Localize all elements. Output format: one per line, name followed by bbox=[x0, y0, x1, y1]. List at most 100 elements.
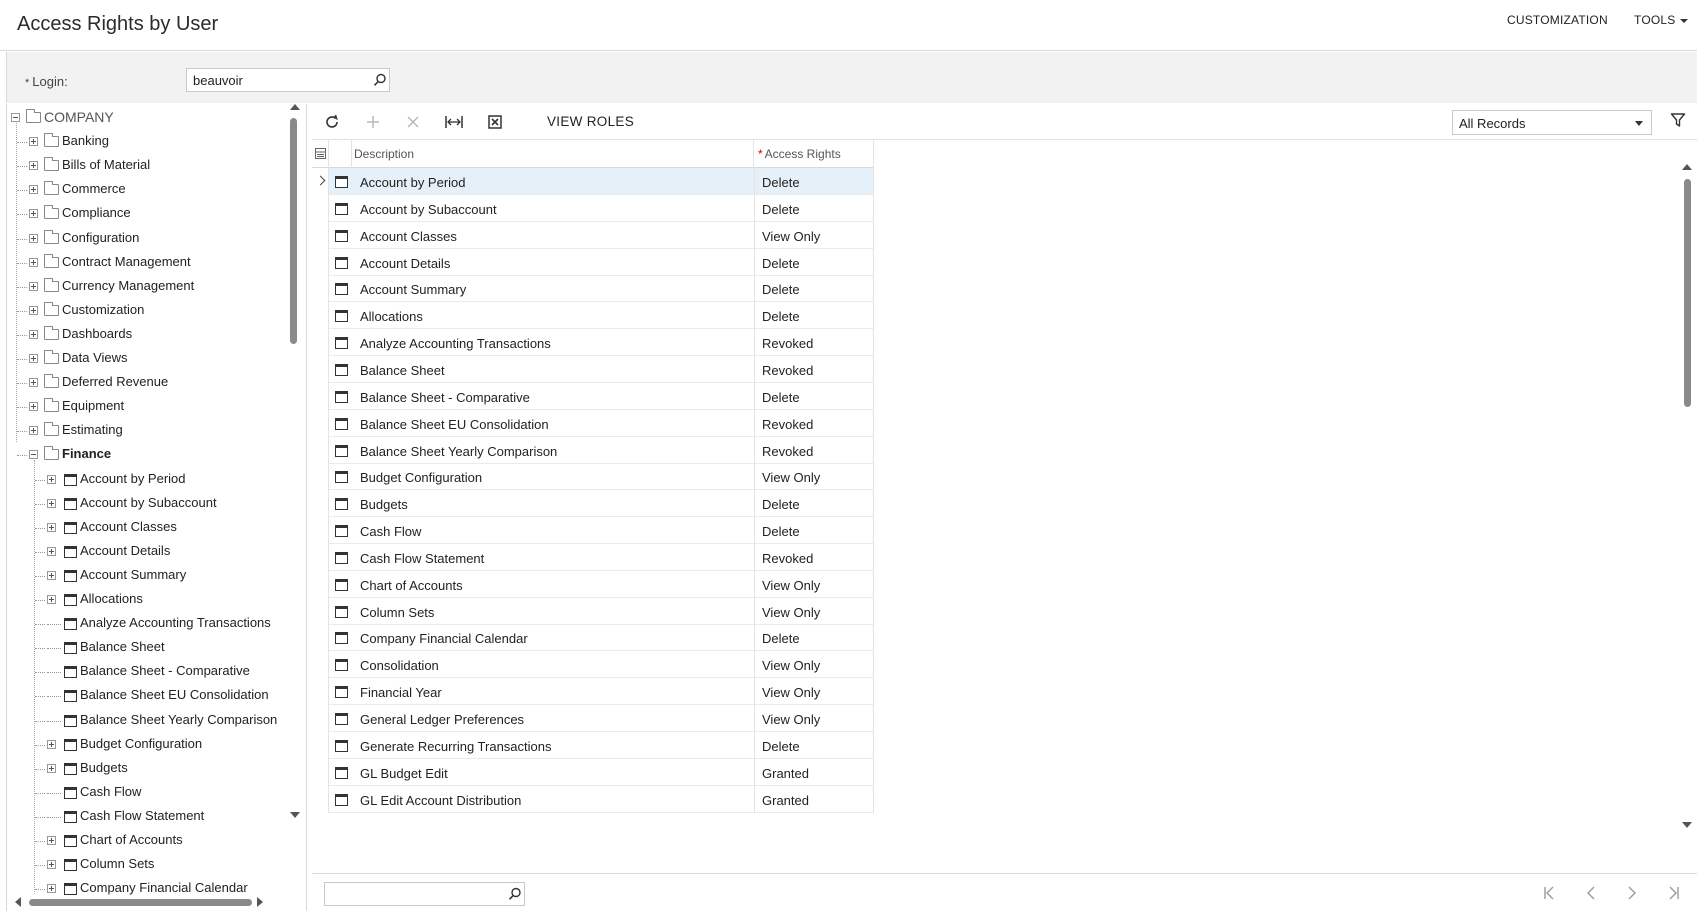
row-selector[interactable] bbox=[312, 678, 329, 706]
access-rights-cell[interactable]: Revoked bbox=[762, 417, 813, 432]
delete-button[interactable] bbox=[402, 112, 424, 132]
access-rights-cell[interactable]: Delete bbox=[762, 309, 800, 324]
expand-icon[interactable] bbox=[47, 739, 56, 749]
tree-screen-item[interactable]: Account Summary bbox=[7, 564, 287, 588]
expand-icon[interactable] bbox=[29, 161, 38, 171]
expand-icon[interactable] bbox=[29, 329, 38, 339]
description-cell[interactable]: GL Edit Account Distribution bbox=[360, 793, 521, 808]
column-settings-button[interactable] bbox=[312, 140, 329, 168]
tree-hscroll-thumb[interactable] bbox=[29, 899, 252, 906]
add-button[interactable] bbox=[362, 112, 384, 132]
row-selector[interactable] bbox=[312, 302, 329, 330]
description-cell[interactable]: Account by Period bbox=[360, 175, 466, 190]
access-rights-cell[interactable]: Delete bbox=[762, 175, 800, 190]
row-selector[interactable] bbox=[312, 705, 329, 732]
description-cell[interactable]: Allocations bbox=[360, 309, 423, 324]
scroll-down-icon[interactable] bbox=[290, 812, 300, 818]
description-cell[interactable]: Chart of Accounts bbox=[360, 578, 463, 593]
access-rights-cell[interactable]: View Only bbox=[762, 658, 820, 673]
tree-screen-item[interactable]: Balance Sheet EU Consolidation bbox=[7, 684, 287, 708]
access-rights-cell[interactable]: Revoked bbox=[762, 551, 813, 566]
scroll-right-icon[interactable] bbox=[257, 897, 263, 907]
description-cell[interactable]: Account Details bbox=[360, 256, 450, 271]
expand-icon[interactable] bbox=[29, 354, 38, 363]
access-rights-cell[interactable]: View Only bbox=[762, 685, 820, 700]
scroll-up-icon[interactable] bbox=[1682, 164, 1692, 170]
tree-screen-item[interactable]: Balance Sheet Yearly Comparison bbox=[7, 709, 287, 733]
tree-folder-item[interactable]: Contract Management bbox=[7, 251, 287, 275]
scroll-left-icon[interactable] bbox=[15, 897, 21, 907]
row-selector[interactable] bbox=[312, 248, 329, 276]
table-row[interactable]: Column Sets View Only bbox=[312, 597, 874, 625]
description-cell[interactable]: Account by Subaccount bbox=[360, 202, 497, 217]
access-rights-cell[interactable]: Delete bbox=[762, 524, 800, 539]
tree-folder-item[interactable]: Deferred Revenue bbox=[7, 371, 287, 395]
description-cell[interactable]: Budget Configuration bbox=[360, 470, 482, 485]
access-rights-cell[interactable]: Delete bbox=[762, 390, 800, 405]
expand-icon[interactable] bbox=[47, 884, 56, 894]
tree-screen-item[interactable]: Account Details bbox=[7, 540, 287, 564]
table-row[interactable]: Balance Sheet EU Consolidation Revoked bbox=[312, 409, 874, 437]
access-rights-cell[interactable]: Granted bbox=[762, 793, 809, 808]
description-cell[interactable]: GL Budget Edit bbox=[360, 766, 448, 781]
tree-folder-item[interactable]: Dashboards bbox=[7, 323, 287, 347]
expand-icon[interactable] bbox=[47, 595, 56, 604]
export-excel-button[interactable] bbox=[484, 112, 506, 132]
access-rights-cell[interactable]: View Only bbox=[762, 229, 820, 244]
description-cell[interactable]: Account Classes bbox=[360, 229, 457, 244]
row-selector[interactable] bbox=[312, 194, 329, 222]
tools-menu[interactable]: TOOLS bbox=[1634, 13, 1689, 27]
row-selector[interactable] bbox=[312, 731, 329, 759]
tree-folder-item[interactable]: Customization bbox=[7, 299, 287, 323]
grid-scroll-thumb[interactable] bbox=[1684, 179, 1691, 407]
view-roles-button[interactable]: VIEW ROLES bbox=[547, 114, 634, 129]
tree-horizontal-scrollbar[interactable] bbox=[7, 893, 297, 911]
refresh-button[interactable] bbox=[321, 112, 343, 132]
access-rights-column-header[interactable]: * Access Rights bbox=[754, 140, 874, 168]
row-selector[interactable] bbox=[312, 785, 329, 813]
scroll-down-icon[interactable] bbox=[1682, 822, 1692, 828]
expand-icon[interactable] bbox=[29, 233, 38, 243]
table-row[interactable]: Company Financial Calendar Delete bbox=[312, 624, 874, 652]
tree-screen-item[interactable]: Account by Period bbox=[7, 468, 287, 492]
tree-screen-item[interactable]: Balance Sheet bbox=[7, 636, 287, 660]
access-rights-cell[interactable]: View Only bbox=[762, 712, 820, 727]
expand-icon[interactable] bbox=[47, 474, 56, 484]
row-selector[interactable] bbox=[312, 355, 329, 383]
description-cell[interactable]: Financial Year bbox=[360, 685, 442, 700]
expand-icon[interactable] bbox=[29, 426, 38, 436]
table-row[interactable]: Account by Subaccount Delete bbox=[312, 194, 874, 222]
description-cell[interactable]: Balance Sheet bbox=[360, 363, 445, 378]
expand-icon[interactable] bbox=[29, 281, 38, 291]
expand-icon[interactable] bbox=[29, 305, 38, 315]
row-selector[interactable] bbox=[312, 168, 329, 195]
tree-folder-item[interactable]: Commerce bbox=[7, 178, 287, 202]
table-row[interactable]: Cash Flow Statement Revoked bbox=[312, 543, 874, 571]
next-page-button[interactable] bbox=[1624, 885, 1642, 901]
tree-root[interactable]: COMPANY bbox=[7, 106, 287, 130]
row-selector[interactable] bbox=[312, 758, 329, 786]
description-cell[interactable]: General Ledger Preferences bbox=[360, 712, 524, 727]
row-selector[interactable] bbox=[312, 597, 329, 625]
access-rights-cell[interactable]: Delete bbox=[762, 282, 800, 297]
table-row[interactable]: GL Edit Account Distribution Granted bbox=[312, 785, 874, 813]
description-cell[interactable]: Company Financial Calendar bbox=[360, 631, 528, 646]
table-row[interactable]: GL Budget Edit Granted bbox=[312, 758, 874, 786]
scroll-up-icon[interactable] bbox=[290, 104, 300, 110]
expand-icon[interactable] bbox=[29, 378, 38, 388]
access-rights-cell[interactable]: Revoked bbox=[762, 363, 813, 378]
table-row[interactable]: Generate Recurring Transactions Delete bbox=[312, 731, 874, 759]
table-row[interactable]: Budget Configuration View Only bbox=[312, 463, 874, 491]
description-cell[interactable]: Column Sets bbox=[360, 605, 434, 620]
row-selector[interactable] bbox=[312, 382, 329, 410]
access-rights-cell[interactable]: Revoked bbox=[762, 336, 813, 351]
collapse-icon[interactable] bbox=[29, 450, 38, 460]
access-rights-cell[interactable]: Revoked bbox=[762, 444, 813, 459]
row-selector[interactable] bbox=[312, 651, 329, 679]
first-page-button[interactable] bbox=[1542, 885, 1560, 901]
search-icon[interactable] bbox=[373, 73, 387, 87]
description-cell[interactable]: Cash Flow Statement bbox=[360, 551, 484, 566]
tree-screen-item[interactable]: Cash Flow Statement bbox=[7, 805, 287, 829]
description-cell[interactable]: Balance Sheet - Comparative bbox=[360, 390, 530, 405]
expand-icon[interactable] bbox=[47, 836, 56, 845]
